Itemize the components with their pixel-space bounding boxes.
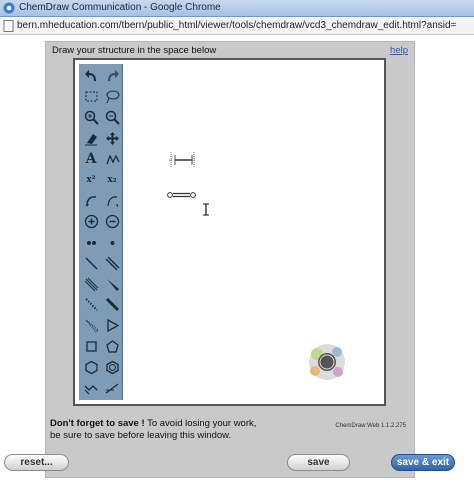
bold-bond-icon [105,298,119,312]
move-tool[interactable] [102,128,122,148]
chain-tool-tool[interactable] [81,378,101,398]
triple-bond-icon [84,277,98,291]
zoom-in-icon [84,110,99,125]
redo-icon [107,69,119,81]
wedge-bond-icon [106,278,119,291]
single-bond-icon [84,257,98,270]
marquee-select-icon [85,91,97,102]
eraser-tool[interactable] [81,128,101,148]
save-reminder: Don't forget to save ! To avoid losing y… [50,418,256,442]
save-note-bold: Don't forget to save ! [50,418,145,429]
wedge-bond-tool[interactable] [102,274,122,294]
negative-charge-icon [105,214,119,229]
undo-tool[interactable] [81,66,101,86]
address-bar[interactable]: bern.mheducation.com/tbern/public_html/v… [0,17,474,35]
double-bond-icon [105,256,119,271]
hashed-wedge-bond-icon [85,319,99,333]
eraser-icon [84,133,97,146]
zoom-in-tool[interactable] [81,108,101,128]
window-titlebar: ChemDraw Communication - Google Chrome [0,0,474,17]
window-title: ChemDraw Communication - Google Chrome [19,2,221,13]
text-cursor-icon [203,203,209,216]
benzene-tool[interactable] [102,357,122,377]
zoom-out-tool[interactable] [102,108,122,128]
lasso-select-tool[interactable] [102,87,122,107]
arrow-tool-tool[interactable] [102,378,122,398]
bold-bond-tool[interactable] [102,295,122,315]
triangle-ring-tool[interactable] [102,316,122,336]
lone-pair-tool[interactable] [81,232,101,252]
draw-instruction: Draw your structure in the space below [52,45,217,56]
selected-bond[interactable] [169,152,196,168]
lone-pair-icon [86,240,96,245]
marquee-select-tool[interactable] [81,87,101,107]
hashed-bond-icon [84,298,98,312]
zoom-out-icon [105,110,120,125]
text-tool-icon: A [85,151,97,168]
positive-charge-tool[interactable] [81,212,101,232]
save-and-exit-button[interactable]: save & exit [391,454,455,471]
pentagon-ring-tool[interactable] [102,336,122,356]
hashed-wedge-bond-tool[interactable] [81,316,101,336]
version-label: ChemDraw Web 1.1.2.275 [335,423,406,429]
radical-tool[interactable] [102,232,122,252]
chrome-app-icon [3,2,15,14]
lasso-select-icon [106,90,119,104]
save-button[interactable]: save [287,454,350,471]
benzene-icon [105,360,119,374]
triple-bond-tool[interactable] [81,274,101,294]
canvas-drawing [167,152,345,380]
hexagon-ring-icon [84,360,98,374]
benzene-ring-tool[interactable] [102,149,122,169]
superscript-icon: x² [86,175,96,185]
arrow-tool-icon [105,382,118,394]
help-link[interactable]: help [390,45,408,56]
pentagon-ring-icon [105,340,119,353]
chemdraw-toolbar: Ax² x₂ [79,64,123,400]
arrow-curved-right-tool[interactable] [102,191,122,211]
page-icon [3,20,14,32]
radical-icon [110,240,114,245]
move-icon [105,131,119,145]
chemdraw-logo-icon [309,344,345,380]
subscript-tool[interactable]: x₂ [102,170,122,190]
hexagon-ring-tool[interactable] [81,357,101,377]
superscript-tool[interactable]: x² [81,170,101,190]
double-bond-tool[interactable] [102,253,122,273]
positive-charge-icon [84,214,98,229]
triangle-ring-icon [106,318,119,333]
arrow-curved-left-tool[interactable] [81,191,101,211]
subscript-icon: x₂ [107,175,117,185]
single-bond-tool[interactable] [81,253,101,273]
hashed-bond-tool[interactable] [81,295,101,315]
reset-button[interactable]: reset... [4,454,69,471]
square-ring-tool[interactable] [81,336,101,356]
text-tool-tool[interactable]: A [81,149,101,169]
url-text[interactable]: bern.mheducation.com/tbern/public_html/v… [17,20,472,31]
drawing-canvas[interactable] [123,64,380,400]
chemdraw-panel: Draw your structure in the space below h… [45,41,415,478]
arrow-curved-right-icon [106,196,118,208]
square-ring-icon [85,341,97,352]
save-note-line1: To avoid losing your work, [147,418,257,429]
chemdraw-editor: Ax² x₂ [73,58,386,406]
benzene-ring-icon [105,154,120,164]
redo-tool[interactable] [102,66,122,86]
undo-icon [84,69,96,81]
negative-charge-tool[interactable] [102,212,122,232]
chain-tool-icon [84,384,97,394]
save-note-line2: be sure to save before leaving this wind… [50,430,232,441]
arrow-curved-left-icon [85,196,96,208]
o2-molecule[interactable] [167,192,196,198]
page-content: Draw your structure in the space below h… [0,36,474,484]
